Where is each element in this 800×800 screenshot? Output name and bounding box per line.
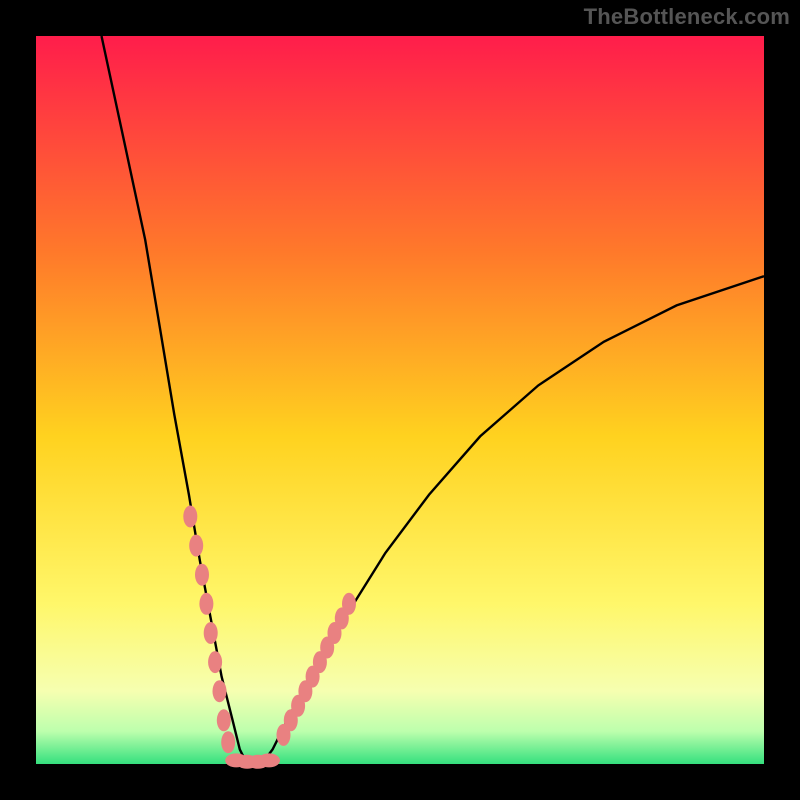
- highlight-dot: [342, 593, 356, 615]
- bottleneck-chart: [0, 0, 800, 800]
- highlight-dot: [217, 709, 231, 731]
- highlight-dot: [183, 506, 197, 528]
- highlight-dot: [221, 731, 235, 753]
- chart-stage: TheBottleneck.com: [0, 0, 800, 800]
- highlight-dot: [195, 564, 209, 586]
- highlight-dot: [213, 680, 227, 702]
- highlight-dot: [189, 535, 203, 557]
- highlight-dot: [204, 622, 218, 644]
- highlight-dot: [258, 753, 280, 767]
- highlight-dot: [208, 651, 222, 673]
- highlight-dot: [199, 593, 213, 615]
- plot-background: [36, 36, 764, 764]
